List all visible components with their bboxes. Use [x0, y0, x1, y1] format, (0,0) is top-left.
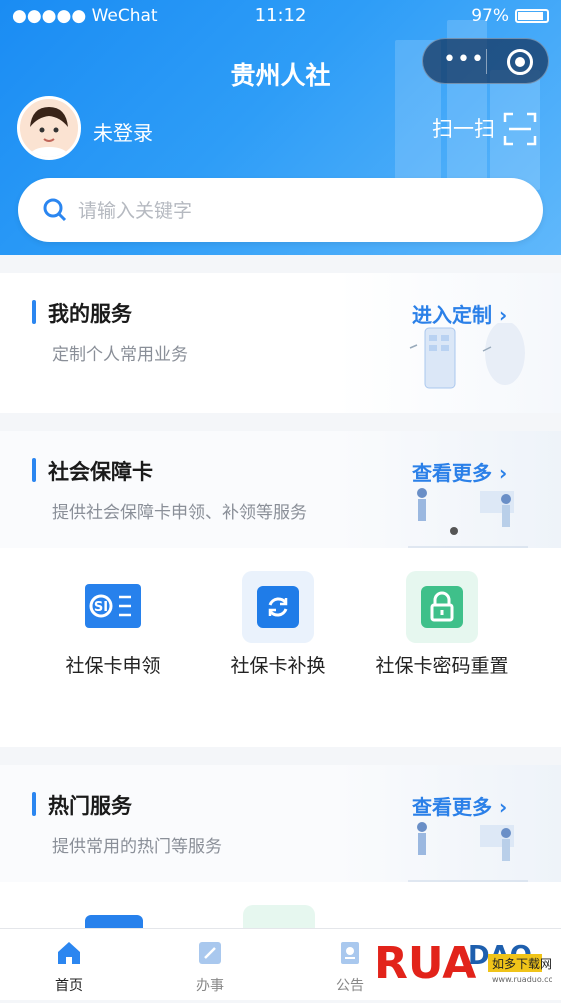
hot-service-icon-partial — [85, 915, 143, 929]
status-bar: ●●●●● WeChat 11:12 97% — [0, 0, 561, 34]
battery-icon — [515, 9, 549, 23]
scan-icon — [503, 112, 537, 146]
view-more-link[interactable]: 查看更多 › — [412, 791, 507, 820]
battery-percent: 97% — [471, 6, 509, 26]
username[interactable]: 未登录 — [93, 117, 153, 146]
service-item[interactable]: SI 社保卡申领 — [38, 571, 188, 679]
section-title: 我的服务 — [48, 302, 132, 326]
service-label: 社保卡申领 — [65, 655, 161, 677]
target-icon[interactable] — [507, 49, 533, 75]
phone-illustration — [409, 323, 525, 389]
section-title: 社会保障卡 — [48, 460, 153, 484]
tab-label: 办事 — [196, 978, 224, 994]
card-replace-icon — [242, 571, 314, 643]
tab-services[interactable]: 办事 — [160, 939, 260, 995]
my-services-card[interactable]: 我的服务 定制个人常用业务 进入定制 › — [0, 273, 561, 413]
section-subtitle: 提供常用的热门等服务 — [52, 837, 222, 857]
avatar[interactable] — [17, 96, 81, 160]
tab-label: 首页 — [55, 978, 83, 994]
miniapp-capsule[interactable]: ••• — [422, 38, 549, 84]
search-input[interactable] — [76, 194, 510, 228]
section-title: 热门服务 — [48, 794, 132, 818]
edit-icon — [196, 939, 224, 967]
svg-text:RUA: RUA — [374, 938, 476, 989]
header: ●●●●● WeChat 11:12 97% 贵州人社 ••• 未登录 扫一扫 — [0, 0, 561, 255]
section-subtitle: 提供社会保障卡申领、补领等服务 — [52, 503, 307, 523]
home-icon — [55, 939, 83, 967]
scan-button[interactable]: 扫一扫 — [432, 112, 537, 146]
svg-text:SI: SI — [94, 600, 108, 615]
svg-text:www.ruaduo.com: www.ruaduo.com — [492, 975, 552, 984]
lock-icon — [406, 571, 478, 643]
more-dots-icon[interactable]: ••• — [443, 49, 485, 71]
people-illustration — [408, 822, 528, 882]
section-subtitle: 定制个人常用业务 — [52, 345, 188, 365]
scan-label: 扫一扫 — [432, 117, 495, 141]
watermark-logo: RUA DAO 如多下载网 www.ruaduo.com — [372, 928, 561, 999]
tab-home[interactable]: 首页 — [19, 939, 119, 995]
chevron-right-icon: › — [498, 795, 508, 819]
notice-icon — [336, 939, 364, 967]
view-more-label: 查看更多 — [412, 461, 492, 485]
hot-services-section: 热门服务 提供常用的热门等服务 查看更多 › — [0, 765, 561, 929]
section-accent-bar — [32, 458, 36, 482]
battery-status: 97% — [471, 6, 549, 26]
section-accent-bar — [32, 792, 36, 816]
people-illustration — [408, 488, 528, 548]
svg-text:如多下载网: 如多下载网 — [492, 956, 552, 971]
chevron-right-icon: › — [498, 461, 508, 485]
service-item[interactable]: 社保卡密码重置 — [367, 571, 517, 679]
tab-label: 公告 — [336, 978, 364, 994]
hot-service-icon-partial — [243, 905, 315, 929]
search-icon — [42, 197, 68, 227]
card-apply-icon: SI — [77, 571, 149, 643]
service-item[interactable]: 社保卡补换 — [203, 571, 353, 679]
section-accent-bar — [32, 300, 36, 324]
capsule-divider — [486, 49, 487, 74]
view-more-link[interactable]: 查看更多 › — [412, 457, 507, 486]
service-label: 社保卡密码重置 — [375, 655, 509, 677]
social-card-section: 社会保障卡 提供社会保障卡申领、补领等服务 查看更多 › SI 社保卡申领 社保… — [0, 431, 561, 747]
service-label: 社保卡补换 — [230, 655, 326, 677]
search-bar[interactable] — [18, 178, 543, 242]
view-more-label: 查看更多 — [412, 795, 492, 819]
